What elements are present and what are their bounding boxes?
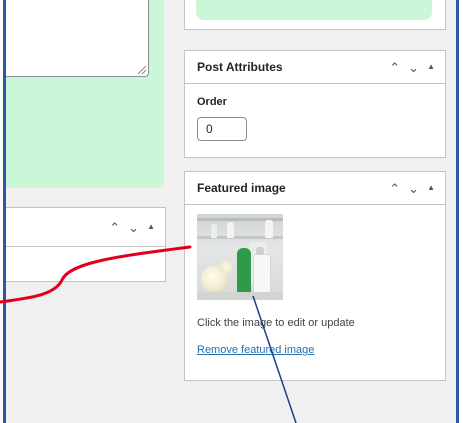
featured-image-controls: ⌃ ⌄ ▲ — [389, 172, 435, 204]
left-metabox-controls: ⌃ ⌄ ▲ — [109, 208, 155, 246]
green-bottle — [237, 248, 251, 294]
collapse-triangle-icon[interactable]: ▲ — [147, 223, 155, 231]
post-attributes-header[interactable]: Post Attributes ⌃ ⌄ ▲ — [185, 51, 445, 84]
resize-grip-icon[interactable] — [138, 66, 146, 74]
product-bottle — [211, 224, 217, 238]
remove-featured-image-link[interactable]: Remove featured image — [197, 344, 314, 356]
editor-sidebar-frame: ⌃ ⌄ ▲ Post Attributes ⌃ ⌄ ▲ Order Featur… — [3, 0, 459, 423]
chevron-up-icon[interactable]: ⌃ — [109, 221, 120, 234]
chevron-down-icon[interactable]: ⌄ — [408, 182, 419, 195]
chevron-down-icon[interactable]: ⌄ — [128, 221, 139, 234]
featured-image-help-text: Click the image to edit or update — [197, 317, 355, 329]
chevron-up-icon[interactable]: ⌃ — [389, 61, 400, 74]
post-attributes-title: Post Attributes — [197, 60, 283, 74]
post-attributes-box: Post Attributes ⌃ ⌄ ▲ Order — [184, 50, 446, 158]
featured-image-box: Featured image ⌃ ⌄ ▲ Click the image to … — [184, 171, 446, 381]
bottle-pump — [256, 247, 264, 255]
collapse-triangle-icon[interactable]: ▲ — [427, 63, 435, 71]
featured-image-thumbnail[interactable] — [197, 214, 283, 300]
left-metabox-header: ⌃ ⌄ ▲ — [6, 208, 165, 247]
top-right-green-panel — [196, 0, 432, 20]
product-bottle — [227, 222, 234, 238]
chevron-up-icon[interactable]: ⌃ — [389, 182, 400, 195]
content-textarea[interactable] — [6, 0, 149, 77]
featured-image-title: Featured image — [197, 181, 286, 195]
left-metabox: ⌃ ⌄ ▲ — [6, 207, 166, 282]
featured-image-header[interactable]: Featured image ⌃ ⌄ ▲ — [185, 172, 445, 205]
left-green-panel — [6, 0, 164, 188]
chevron-down-icon[interactable]: ⌄ — [408, 61, 419, 74]
white-bottle — [253, 254, 271, 296]
order-label: Order — [197, 96, 227, 108]
product-bottle — [265, 220, 273, 238]
white-rose — [219, 260, 233, 274]
order-input[interactable] — [197, 117, 247, 141]
post-attributes-controls: ⌃ ⌄ ▲ — [389, 51, 435, 83]
table-surface — [197, 292, 283, 300]
collapse-triangle-icon[interactable]: ▲ — [427, 184, 435, 192]
